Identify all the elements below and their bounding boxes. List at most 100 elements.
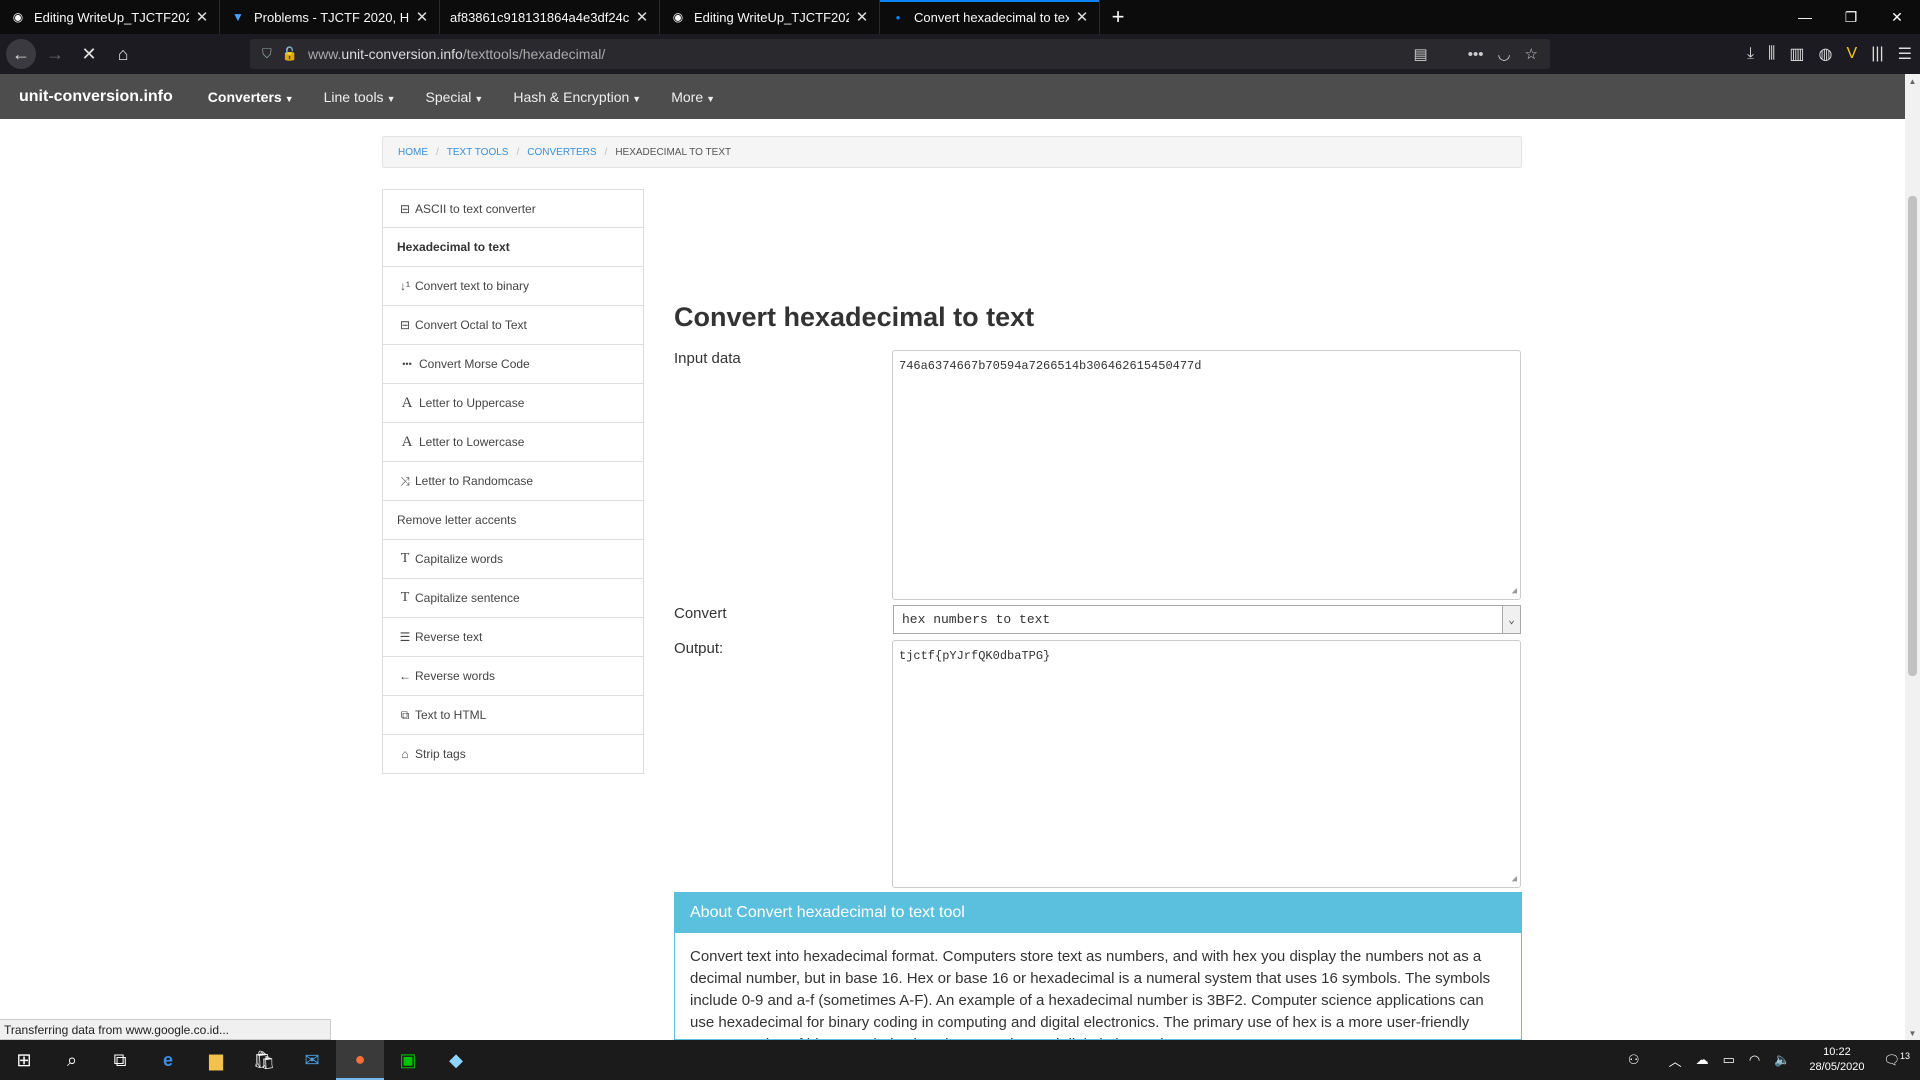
sidebar-item-label: Remove letter accents [397,513,517,527]
sidebar-item-reverse-text[interactable]: ☰ Reverse text [382,618,644,657]
bookmark-star-icon[interactable]: ☆ [1525,45,1538,63]
menu-label: More [671,88,704,105]
firefox-icon[interactable]: ● [336,1040,384,1080]
insecure-lock-icon[interactable]: 🔓 [282,46,298,62]
extension-v-icon[interactable]: V [1847,45,1858,63]
chevron-up-icon[interactable]: ︿ [1669,1051,1682,1070]
extension-bars-icon[interactable]: ||| [1871,45,1883,63]
edge-icon[interactable]: e [144,1040,192,1080]
menu-more[interactable]: More ▼ [671,89,715,105]
home-icon[interactable]: ⌂ [108,39,138,69]
browser-tab-active[interactable]: ● Convert hexadecimal to text - C ✕ [880,0,1100,34]
sidebar-icon[interactable]: ▥ [1789,44,1804,64]
notifications-icon[interactable]: 🗨13 [1883,1051,1910,1068]
pocket-icon[interactable]: ◡ [1497,45,1510,63]
library-icon[interactable]: ⫼ [1768,45,1775,63]
menu-line-tools[interactable]: Line tools ▼ [324,89,396,105]
sidebar-item-text-to-html[interactable]: ⧉ Text to HTML [382,696,644,735]
new-tab-button[interactable]: + [1100,0,1136,34]
line-app-icon[interactable]: ▣ [384,1040,432,1080]
close-tab-icon[interactable]: ✕ [413,8,431,26]
onedrive-icon[interactable]: ☁ [1696,1052,1709,1068]
windows-start-icon[interactable]: ⊞ [0,1040,48,1080]
menu-converters[interactable]: Converters ▼ [208,89,294,105]
sidebar-item-label: Reverse words [415,669,496,683]
convert-label: Convert [674,605,727,622]
menu-special[interactable]: Special ▼ [425,89,483,105]
hamburger-menu-icon[interactable]: ☰ [1898,44,1912,64]
volume-icon[interactable]: 🔈 [1774,1052,1790,1068]
github-icon: ◉ [12,10,24,24]
url-path: /texttools/hexadecimal/ [462,46,606,62]
scroll-up-icon[interactable]: ▲ [1905,74,1920,88]
sidebar-item-hexadecimal-to-text[interactable]: Hexadecimal to text [382,228,644,267]
input-data-textarea[interactable]: 746a6374667b70594a7266514b30646261545047… [892,350,1521,600]
scrollbar-thumb[interactable] [1908,196,1917,676]
menu-label: Special [425,88,472,105]
browser-tab[interactable]: af83861c918131864a4e3df24c49d9b ✕ [440,0,660,34]
convert-select[interactable]: hex numbers to text ⌄ [893,605,1521,634]
resize-handle-icon[interactable]: ◢ [1512,874,1517,884]
wifi-icon[interactable]: ◠ [1749,1052,1760,1068]
close-tab-icon[interactable]: ✕ [853,8,871,26]
people-icon[interactable]: ⚇ [1628,1052,1640,1068]
browser-tab[interactable]: ▼ Problems - TJCTF 2020, High S ✕ [220,0,440,34]
sidebar-item-text-to-binary[interactable]: ↓¹ Convert text to binary [382,267,644,306]
close-tab-icon[interactable]: ✕ [1073,8,1091,26]
task-view-icon[interactable]: ⧉ [96,1040,144,1080]
sidebar-item-strip-tags[interactable]: ⌂ Strip tags [382,735,644,774]
tab-title: af83861c918131864a4e3df24c49d9b [450,9,629,25]
sidebar-item-label: ASCII to text converter [415,201,536,216]
search-icon[interactable]: ⌕ [48,1040,96,1080]
back-icon[interactable]: ← [6,39,36,69]
shield-icon[interactable]: ⛉ [262,46,272,62]
breadcrumb-text-tools[interactable]: TEXT TOOLS [447,147,509,158]
page-scrollbar[interactable]: ▲ ▼ [1905,74,1920,1040]
forward-icon[interactable]: → [40,39,70,69]
sidebar-item-ascii-to-text[interactable]: ⊟ ASCII to text converter [382,189,644,228]
breadcrumb-separator: / [516,146,520,158]
scroll-down-icon[interactable]: ▼ [1905,1026,1920,1040]
close-window-icon[interactable]: ✕ [1874,0,1920,34]
extension-icon[interactable]: ◍ [1819,44,1833,64]
breadcrumb-home[interactable]: HOME [398,147,428,158]
close-tab-icon[interactable]: ✕ [633,8,651,26]
breadcrumb-converters[interactable]: CONVERTERS [527,147,596,158]
output-textarea[interactable]: tjctf{pYJrfQK0dbaTPG} ◢ [892,640,1521,888]
sidebar-item-capitalize-sentence[interactable]: T Capitalize sentence [382,579,644,618]
mail-icon[interactable]: ✉ [288,1040,336,1080]
clock[interactable]: 10:22 28/05/2020 [1809,1045,1864,1075]
download-icon[interactable]: ⤓ [1747,45,1754,63]
close-tab-icon[interactable]: ✕ [193,8,211,26]
sidebar-item-reverse-words[interactable]: ← Reverse words [382,657,644,696]
text-width-icon: T [400,590,410,605]
sidebar-item-randomcase[interactable]: ⤨ Letter to Randomcase [382,462,644,501]
caret-down-icon: ▼ [706,93,716,104]
ascii-icon: ⊟ [399,201,411,216]
reader-view-icon[interactable]: ▤ [1414,45,1428,63]
restore-icon[interactable]: ❐ [1828,0,1874,34]
store-icon[interactable]: 🛍 [240,1040,288,1080]
page-actions-icon[interactable]: ••• [1468,46,1484,63]
browser-tab[interactable]: ◉ Editing WriteUp_TJCTF2020_05 ✕ [660,0,880,34]
stop-loading-icon[interactable]: ✕ [74,39,104,69]
sidebar-item-morse-code[interactable]: ••• Convert Morse Code [382,345,644,384]
resize-handle-icon[interactable]: ◢ [1512,586,1517,596]
url-bar[interactable]: ⛉ 🔓 www. unit-conversion.info/texttools/h… [250,39,1550,69]
chevron-down-icon[interactable]: ⌄ [1502,606,1520,633]
battery-icon[interactable]: ▭ [1723,1052,1735,1068]
shuffle-icon: ⤨ [400,473,410,488]
app-icon[interactable]: ◆ [432,1040,480,1080]
sidebar-item-lowercase[interactable]: A Letter to Lowercase [382,423,644,462]
sidebar-item-capitalize-words[interactable]: T Capitalize words [382,540,644,579]
browser-tab[interactable]: ◉ Editing WriteUp_TJCTF2020_05 ✕ [0,0,220,34]
notification-count: 13 [1899,1051,1910,1062]
menu-hash-encryption[interactable]: Hash & Encryption ▼ [513,89,641,105]
file-explorer-icon[interactable]: ▆ [192,1040,240,1080]
minimize-icon[interactable]: — [1782,0,1828,34]
sidebar-item-label: Letter to Lowercase [419,435,525,449]
sidebar-item-octal-to-text[interactable]: ⊟ Convert Octal to Text [382,306,644,345]
sidebar-item-remove-accents[interactable]: Remove letter accents [382,501,644,540]
sidebar-item-uppercase[interactable]: A Letter to Uppercase [382,384,644,423]
site-logo[interactable]: unit-conversion.info [19,88,173,106]
